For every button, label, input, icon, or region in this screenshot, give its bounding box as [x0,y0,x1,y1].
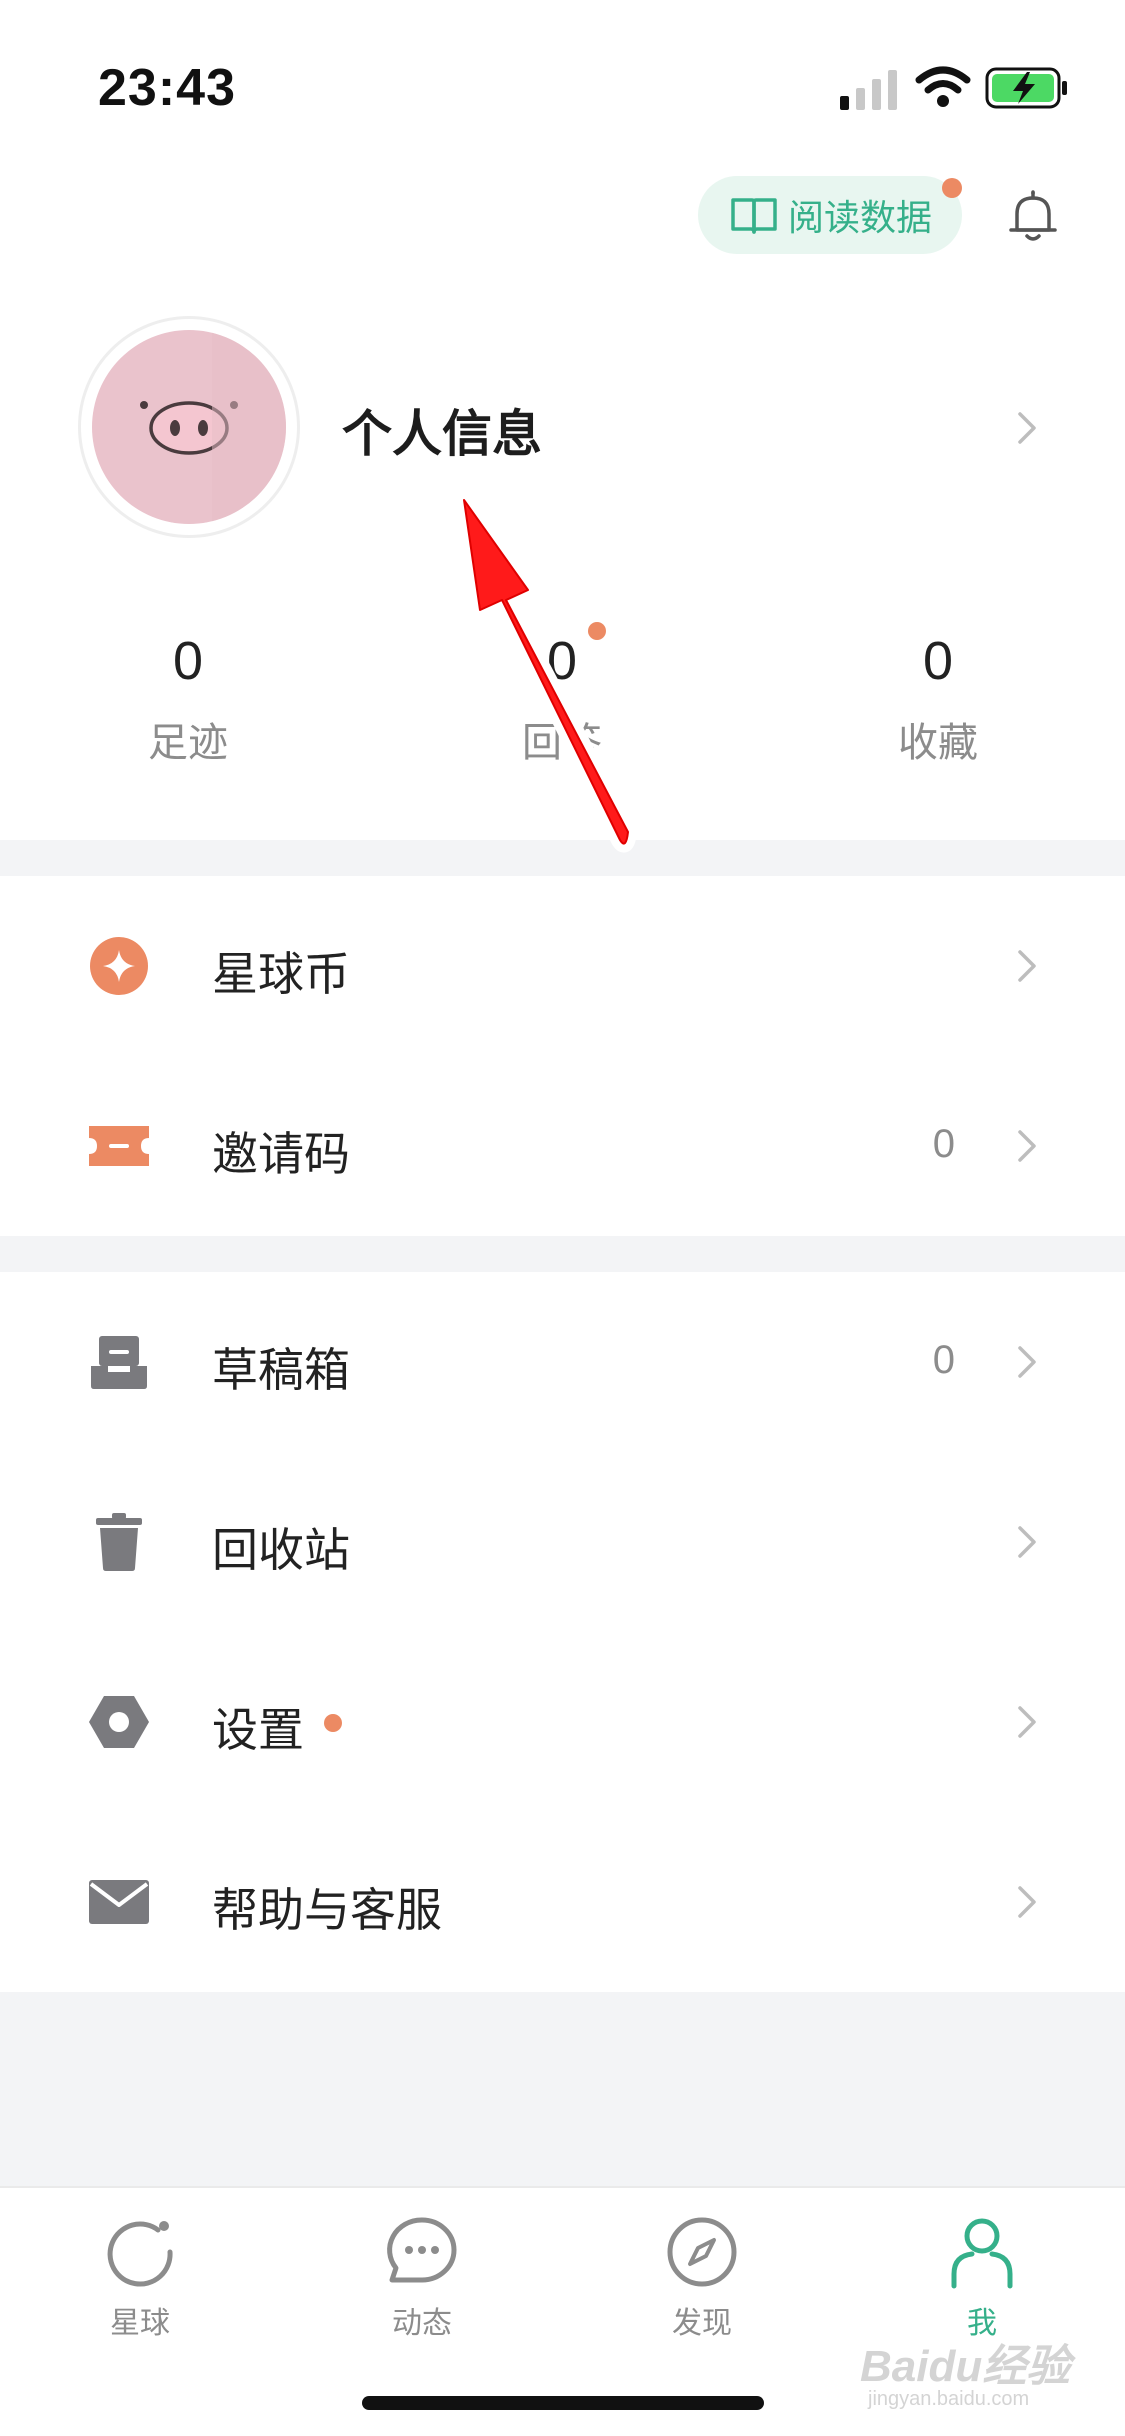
stat-footprints[interactable]: 0 足迹 [58,630,318,768]
menu-item-coins[interactable]: 星球币 [0,876,1125,1056]
chevron-right-icon [1018,1526,1036,1558]
menu-item-label: 设置 [212,1703,304,1757]
baidu-watermark-url: jingyan.baidu.com [868,2388,1030,2410]
menu-item-settings[interactable]: 设置 [0,1632,1125,1812]
wifi-icon [915,66,971,107]
stat-label: 收藏 [898,720,978,766]
planet-icon [107,2221,173,2287]
read-data-label: 阅读数据 [788,198,933,239]
compass-icon [667,2217,737,2287]
cellular-signal-icon [840,70,897,110]
menu-item-help[interactable]: 帮助与客服 [0,1812,1125,1992]
menu-item-value: 0 [932,1338,955,1382]
menu-item-label: 草稿箱 [212,1343,350,1397]
stat-favorites[interactable]: 0 收藏 [808,630,1068,768]
menu-item-label: 帮助与客服 [212,1883,442,1937]
inbox-tray-icon [91,1336,147,1389]
menu-item-invite-code[interactable]: 邀请码 0 [0,1056,1125,1236]
menu-item-drafts[interactable]: 草稿箱 0 [0,1272,1125,1452]
avatar[interactable] [92,330,286,524]
chevron-right-icon [1018,1886,1036,1918]
tab-planet[interactable]: 星球 [50,2212,230,2342]
menu-item-value: 0 [932,1122,955,1166]
notification-dot [942,178,962,198]
notification-dot [324,1714,342,1732]
person-icon [951,2218,1013,2289]
chevron-right-icon [1018,950,1036,982]
open-book-icon [731,198,777,234]
home-indicator[interactable] [362,2396,764,2410]
menu-item-recycle-bin[interactable]: 回收站 [0,1452,1125,1632]
menu-item-label: 回收站 [212,1523,350,1577]
baidu-watermark: Baidu经验 [860,2342,1071,2391]
chevron-right-icon [1018,1706,1036,1738]
menu-item-label: 星球币 [212,947,350,1001]
tab-feed[interactable]: 动态 [332,2212,512,2342]
mail-icon [89,1880,149,1924]
chevron-right-icon [1018,1130,1036,1162]
bottom-filler [0,1992,1125,2186]
profile-info-title[interactable]: 个人信息 [342,394,542,466]
status-bar: 23:43 [0,0,1125,150]
hexagon-settings-icon [89,1696,149,1748]
tab-label: 星球 [110,2306,170,2341]
read-data-button[interactable]: 阅读数据 [698,176,962,254]
pig-nose-image [140,330,286,524]
chat-bubble-icon [387,2217,457,2283]
section-divider [0,1236,1125,1272]
menu-item-label: 邀请码 [212,1127,350,1181]
ticket-icon [89,1126,149,1166]
star-coin-icon [90,937,148,995]
chevron-right-icon [1018,412,1036,444]
tab-discover[interactable]: 发现 [612,2212,792,2342]
status-time: 23:43 [98,59,236,117]
stat-value: 0 [172,631,204,691]
annotation-arrow [455,491,637,853]
battery-charging-icon [985,67,1067,109]
stat-label: 足迹 [148,720,228,766]
chevron-right-icon [1018,1346,1036,1378]
tab-label: 发现 [672,2306,732,2341]
tab-label: 动态 [392,2306,452,2341]
trash-icon [96,1513,142,1571]
bell-icon[interactable] [1005,188,1061,244]
tab-me[interactable]: 我 [892,2212,1072,2342]
stat-value: 0 [922,631,954,691]
